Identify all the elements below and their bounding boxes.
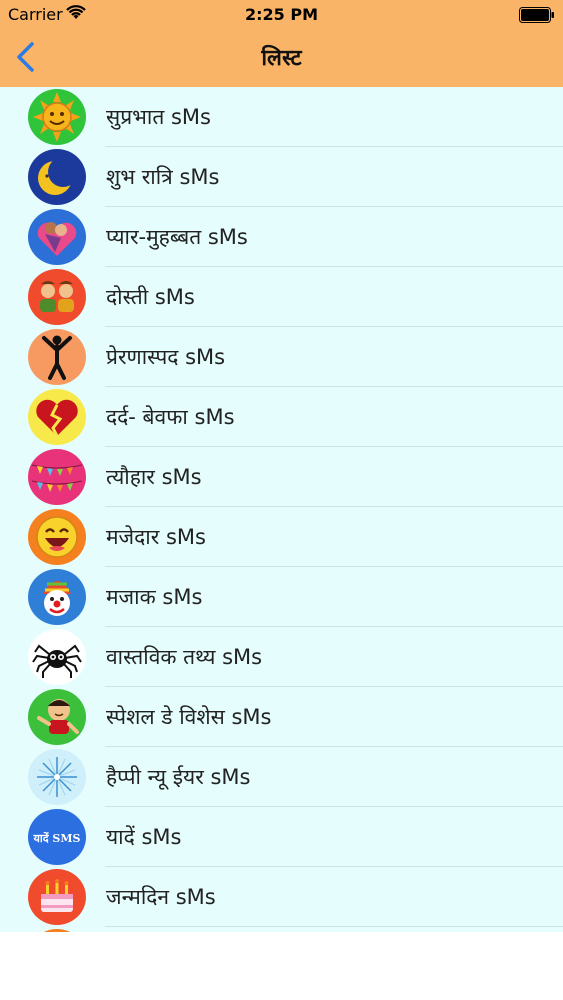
person-arms-up-icon bbox=[28, 329, 86, 385]
cartoon-boy-icon bbox=[28, 689, 86, 745]
list-item-label: हैप्पी न्यू ईयर sMs bbox=[106, 765, 251, 789]
fireworks-icon bbox=[28, 749, 86, 805]
list-item-label: स्पेशल डे विशेस sMs bbox=[106, 705, 272, 729]
list-item-label: प्यार-मुहब्बत sMs bbox=[106, 225, 248, 249]
battery-icon bbox=[519, 7, 554, 23]
list-item[interactable]: यादें SMS यादें sMs bbox=[0, 807, 563, 867]
status-bar: Carrier 2:25 PM bbox=[0, 0, 563, 30]
list-item[interactable]: स्पेशल डे विशेस sMs bbox=[0, 687, 563, 747]
badge-text: यादें SMS bbox=[33, 831, 81, 845]
broken-heart-icon bbox=[28, 389, 86, 445]
status-time: 2:25 PM bbox=[244, 5, 318, 24]
bottom-blank-area bbox=[0, 932, 563, 1000]
list-item[interactable]: वास्तविक तथ्य sMs bbox=[0, 627, 563, 687]
list-item-label: सुप्रभात sMs bbox=[106, 105, 211, 129]
list-item[interactable]: मजेदार sMs bbox=[0, 507, 563, 567]
laughing-face-icon bbox=[28, 509, 86, 565]
list-item-label: जन्मदिन sMs bbox=[106, 885, 216, 909]
list-item[interactable]: सुप्रभात sMs bbox=[0, 87, 563, 147]
list-item-label: यादें sMs bbox=[106, 825, 182, 849]
nav-bar: लिस्ट bbox=[0, 30, 563, 87]
clown-icon bbox=[28, 569, 86, 625]
list-item-label: त्यौहार sMs bbox=[106, 465, 202, 489]
list-item[interactable]: दर्द- बेवफा sMs bbox=[0, 387, 563, 447]
list-item[interactable]: जन्मदिन sMs bbox=[0, 867, 563, 927]
birthday-cake-icon bbox=[28, 869, 86, 925]
list-item[interactable]: त्यौहार sMs bbox=[0, 447, 563, 507]
list-item[interactable]: शुभ रात्रि sMs bbox=[0, 147, 563, 207]
sun-face-icon bbox=[28, 89, 86, 145]
list-item-label: दोस्ती sMs bbox=[106, 285, 195, 309]
yaaden-sms-badge-icon: यादें SMS bbox=[28, 809, 86, 865]
list-item[interactable]: मजाक sMs bbox=[0, 567, 563, 627]
list-item-label: दर्द- बेवफा sMs bbox=[106, 405, 235, 429]
spider-icon bbox=[28, 629, 86, 685]
list-item-label: शुभ रात्रि sMs bbox=[106, 165, 220, 189]
list-item-label: प्रेरणास्पद sMs bbox=[106, 345, 226, 369]
list-item[interactable]: हैप्पी न्यू ईयर sMs bbox=[0, 747, 563, 807]
friends-icon bbox=[28, 269, 86, 325]
category-list: सुप्रभात sMs शुभ रात्रि sMs प्यार-मुहब्ब… bbox=[0, 87, 563, 932]
list-item[interactable]: प्यार-मुहब्बत sMs bbox=[0, 207, 563, 267]
list-item-label: मजाक sMs bbox=[106, 585, 203, 609]
list-item-label: वास्तविक तथ्य sMs bbox=[106, 645, 263, 669]
list-item[interactable]: दोस्ती sMs bbox=[0, 267, 563, 327]
page-title: लिस्ट bbox=[261, 46, 302, 71]
list-item-label: मजेदार sMs bbox=[106, 525, 206, 549]
bunting-flags-icon bbox=[28, 449, 86, 505]
list-item[interactable]: प्रेरणास्पद sMs bbox=[0, 327, 563, 387]
couple-heart-icon bbox=[28, 209, 86, 265]
crescent-moon-icon bbox=[28, 149, 86, 205]
